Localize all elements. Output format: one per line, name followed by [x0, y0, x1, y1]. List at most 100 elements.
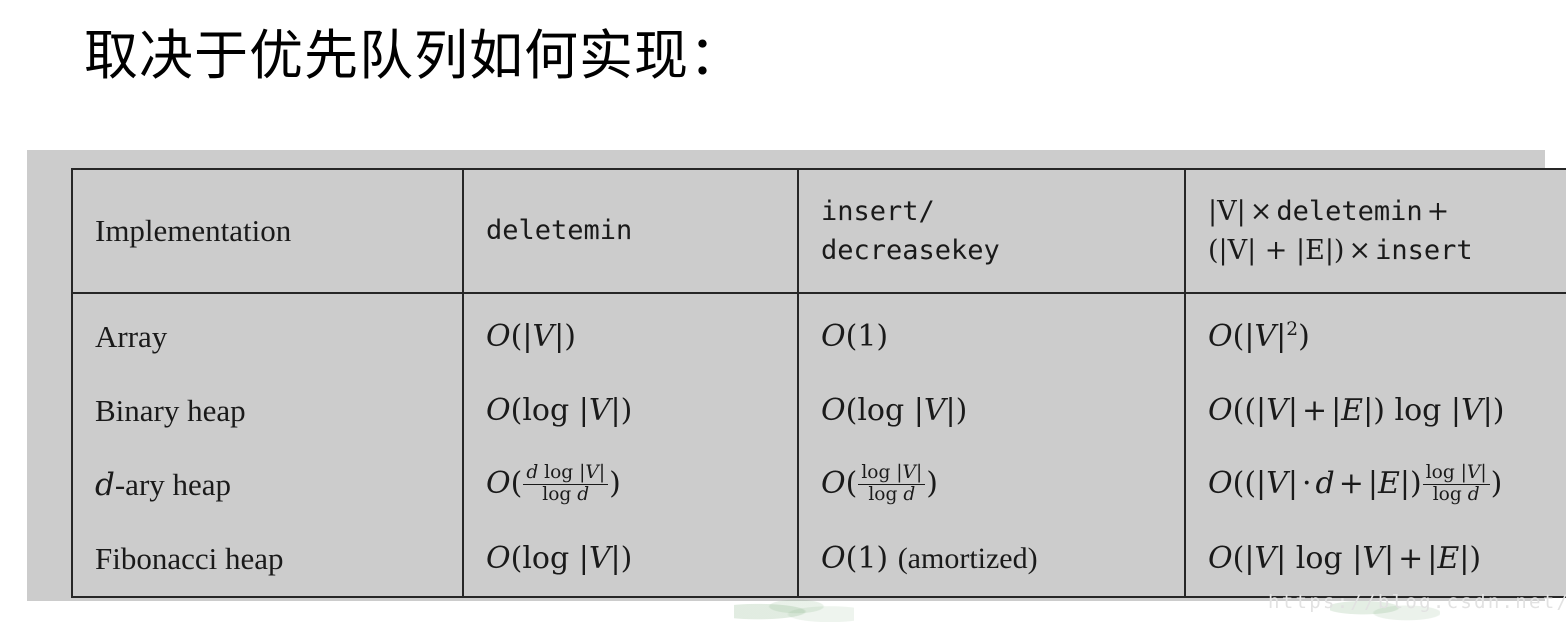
constant-one: 1 [857, 541, 877, 577]
abs-v: |V| [896, 461, 923, 483]
fraction-denominator: log d [1422, 483, 1490, 506]
log-symbol: log [1394, 393, 1442, 429]
header-cell-implementation: Implementation [72, 169, 464, 294]
paren-open: ( [1232, 466, 1245, 501]
paren-open: ( [510, 466, 523, 501]
formula-total: O((|V| + |E|) log |V|) [1208, 393, 1505, 428]
paren-close: ) [876, 319, 889, 355]
fraction-numerator: d log |V| [523, 461, 608, 484]
cell-deletemin: O(d log |V| log d) [463, 448, 799, 522]
abs-e: |E| [1427, 541, 1470, 577]
header-total-plus: + [1426, 195, 1450, 227]
cell-insert-decreasekey: O(1) [798, 293, 1186, 374]
log-symbol: log [522, 393, 570, 429]
paren-open: ( [1232, 541, 1245, 577]
formula-insert: O(1) (amortized) [821, 541, 1038, 576]
abs-v: |V| [1244, 319, 1287, 355]
big-o-symbol: O [1208, 466, 1233, 501]
cdot-symbol: · [1301, 466, 1312, 501]
cell-deletemin: O(log |V|) [463, 522, 799, 597]
cell-implementation: Array [72, 293, 464, 374]
paren-close-inner: ) [1373, 393, 1385, 429]
plus-symbol: + [1338, 466, 1364, 501]
constant-one: 1 [857, 319, 877, 355]
abs-v: |V| [579, 461, 606, 483]
header-label-deletemin: deletemin [486, 215, 633, 247]
log-symbol: log [1295, 541, 1343, 577]
header-total-deletemin: deletemin [1276, 195, 1423, 227]
abs-v: |V| [1352, 541, 1395, 577]
paren-close: ) [620, 541, 633, 577]
header-cell-insert-decreasekey: insert/ decreasekey [798, 169, 1186, 294]
log-symbol: log [522, 541, 570, 577]
paren-open: ( [845, 466, 858, 501]
header-total-absV: |V| [1208, 195, 1246, 227]
abs-v: |V| [522, 319, 565, 355]
paren-close: ) [926, 466, 938, 501]
header-cell-total-cost: |V| × deletemin + (|V| + |E|) × insert [1185, 169, 1566, 294]
log-symbol: log [544, 461, 574, 483]
cell-implementation: d-ary heap [72, 448, 464, 522]
abs-v: |V| [913, 393, 956, 429]
header-total-line-1: |V| × deletemin + [1208, 192, 1566, 231]
header-total-line-2: (|V| + |E|) × insert [1208, 231, 1566, 270]
table-row: d-ary heap O(d log |V| log d) O(log |V| lo… [72, 448, 1566, 522]
header-label-decreasekey: decreasekey [821, 235, 1000, 266]
cell-insert-decreasekey: O(1) (amortized) [798, 522, 1186, 597]
fraction: log |V| log d [858, 461, 926, 506]
big-o-symbol: O [1208, 541, 1233, 577]
cell-implementation: Fibonacci heap [72, 522, 464, 597]
exponent-two: 2 [1286, 319, 1299, 341]
plus-symbol: + [1398, 541, 1424, 577]
header-total-times-2: × [1348, 235, 1372, 266]
cell-implementation: Binary heap [72, 374, 464, 448]
abs-v: |V| [1460, 461, 1487, 483]
paren-close-inner: ) [1409, 466, 1422, 501]
fraction-denominator: log d [858, 483, 926, 506]
formula-deletemin: O(d log |V| log d) [486, 462, 621, 505]
table-row: Array O(|V|) O(1) O(|V|2) [72, 293, 1566, 374]
header-label-implementation: Implementation [95, 212, 292, 248]
log-symbol: log [857, 393, 905, 429]
paren-close: ) [1490, 466, 1503, 501]
paren-open: ( [510, 319, 523, 355]
paren-open: ( [510, 541, 523, 577]
header-total-insert: insert [1375, 235, 1473, 266]
abs-v: |V| [1244, 541, 1287, 577]
formula-insert: O(1) [821, 319, 888, 354]
cell-total-cost: O(|V|2) [1185, 293, 1566, 374]
fraction-numerator: log |V| [1423, 461, 1490, 484]
plus-symbol: + [1301, 393, 1328, 429]
paren-close: ) [620, 393, 633, 429]
paren-open: ( [845, 393, 858, 429]
paren-open: ( [510, 393, 523, 429]
paren-close: ) [955, 393, 968, 429]
paren-open: ( [845, 541, 858, 577]
formula-deletemin: O(log |V|) [486, 541, 632, 576]
formula-total: O((|V| · d + |E|) log |V| log d) [1208, 462, 1503, 505]
amortized-note: (amortized) [897, 542, 1038, 576]
abs-v: |V| [578, 393, 621, 429]
header-cell-deletemin: deletemin [463, 169, 799, 294]
fraction-numerator: log |V| [858, 461, 925, 484]
fraction: d log |V| log d [523, 461, 609, 506]
implementation-name: Binary heap [95, 392, 246, 428]
abs-v: |V| [1256, 466, 1298, 501]
header-label-insert: insert/ [821, 195, 935, 227]
fraction: log |V| log d [1422, 461, 1490, 506]
watermark-leaf-graphic [734, 596, 854, 622]
formula-insert: O(log |V| log d) [821, 462, 938, 505]
paren-open: ( [1232, 319, 1245, 355]
big-o-symbol: O [821, 319, 846, 355]
watermark-url: https://blog.csdn.net/zhougb3 [1268, 591, 1566, 613]
formula-deletemin: O(|V|) [486, 319, 576, 354]
table-row: Fibonacci heap O(log |V|) O(1) (amortize… [72, 522, 1566, 597]
variable-d: d [1467, 483, 1480, 505]
header-total-sum-group: (|V| + |E|) [1208, 235, 1345, 266]
log-symbol: log [542, 483, 572, 505]
paren-open: ( [845, 319, 858, 355]
log-symbol: log [1425, 461, 1455, 483]
abs-e: |E| [1331, 393, 1374, 429]
cell-insert-decreasekey: O(log |V|) [798, 374, 1186, 448]
paren-close: ) [1298, 319, 1310, 355]
